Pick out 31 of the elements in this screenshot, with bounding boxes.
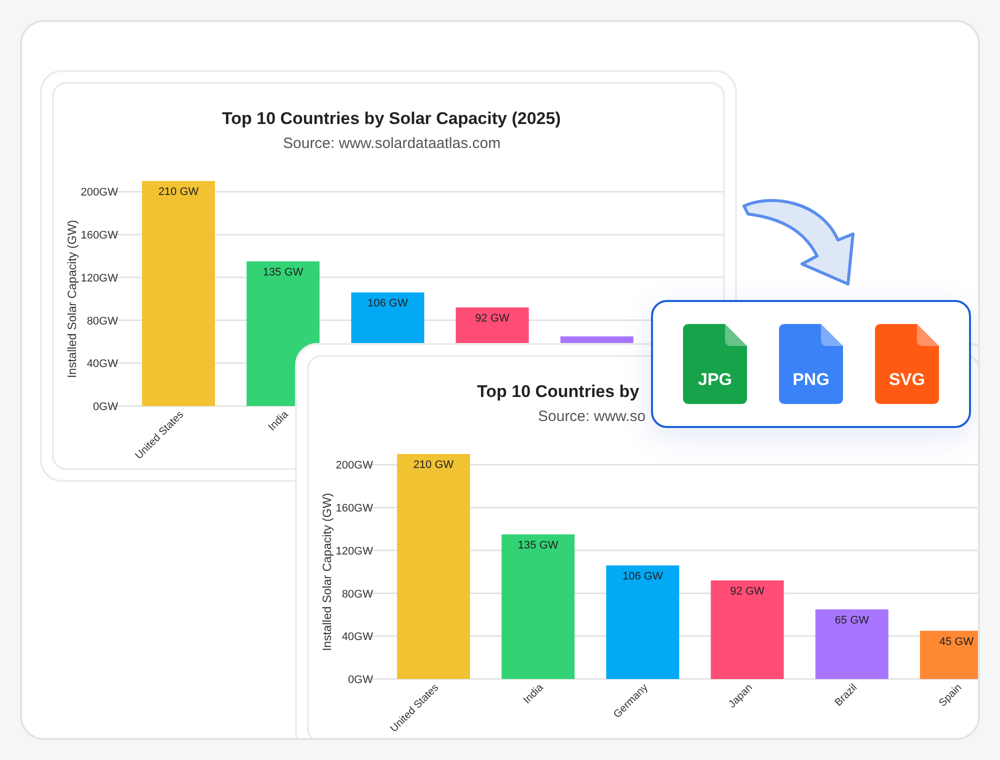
axis-tick-label: 80GW (342, 588, 373, 600)
axis-tick-label: 120GW (80, 272, 118, 284)
axis-title: Installed Solar Capacity (GW) (65, 220, 79, 378)
axis-tick-label: 120GW (336, 545, 373, 558)
axis-tick-label: 40GW (86, 358, 118, 370)
axis-tick-label: 0GW (92, 401, 118, 413)
axis-tick-label: 200GW (80, 186, 118, 199)
axis-tick-label: 40GW (342, 631, 373, 644)
value-label: 45 GW (939, 636, 974, 648)
axis-tick-label: 200GW (336, 460, 373, 472)
file-format-button[interactable]: JPG (683, 324, 747, 404)
file-format-button[interactable]: PNG (779, 324, 843, 404)
value-label: 92 GW (730, 585, 764, 598)
chart-subtitle: Source: www.so (538, 407, 646, 427)
value-label: 65 GW (834, 614, 870, 626)
value-label: 92 GW (475, 312, 510, 324)
axis-tick-label: 80GW (86, 315, 118, 328)
value-label: 106 GW (622, 570, 663, 582)
value-label: 135 GW (262, 266, 304, 278)
value-label: 135 GW (518, 539, 558, 552)
value-label: 106 GW (368, 297, 408, 310)
axis-tick-label: 160GW (336, 502, 373, 515)
file-format-button[interactable]: SVG (875, 324, 939, 404)
chart-subtitle: Source: www.solardataatlas.com (283, 134, 501, 154)
chart-bar (920, 630, 978, 679)
axis-tick-label: 160GW (80, 230, 118, 242)
value-label: 210 GW (158, 186, 199, 198)
axis-title: Installed Solar Capacity (GW) (320, 492, 334, 652)
chart-title: Top 10 Countries by Solar Capacity (2025) (222, 108, 561, 130)
value-label: 210 GW (413, 459, 454, 471)
axis-tick-label: 0GW (348, 674, 373, 686)
